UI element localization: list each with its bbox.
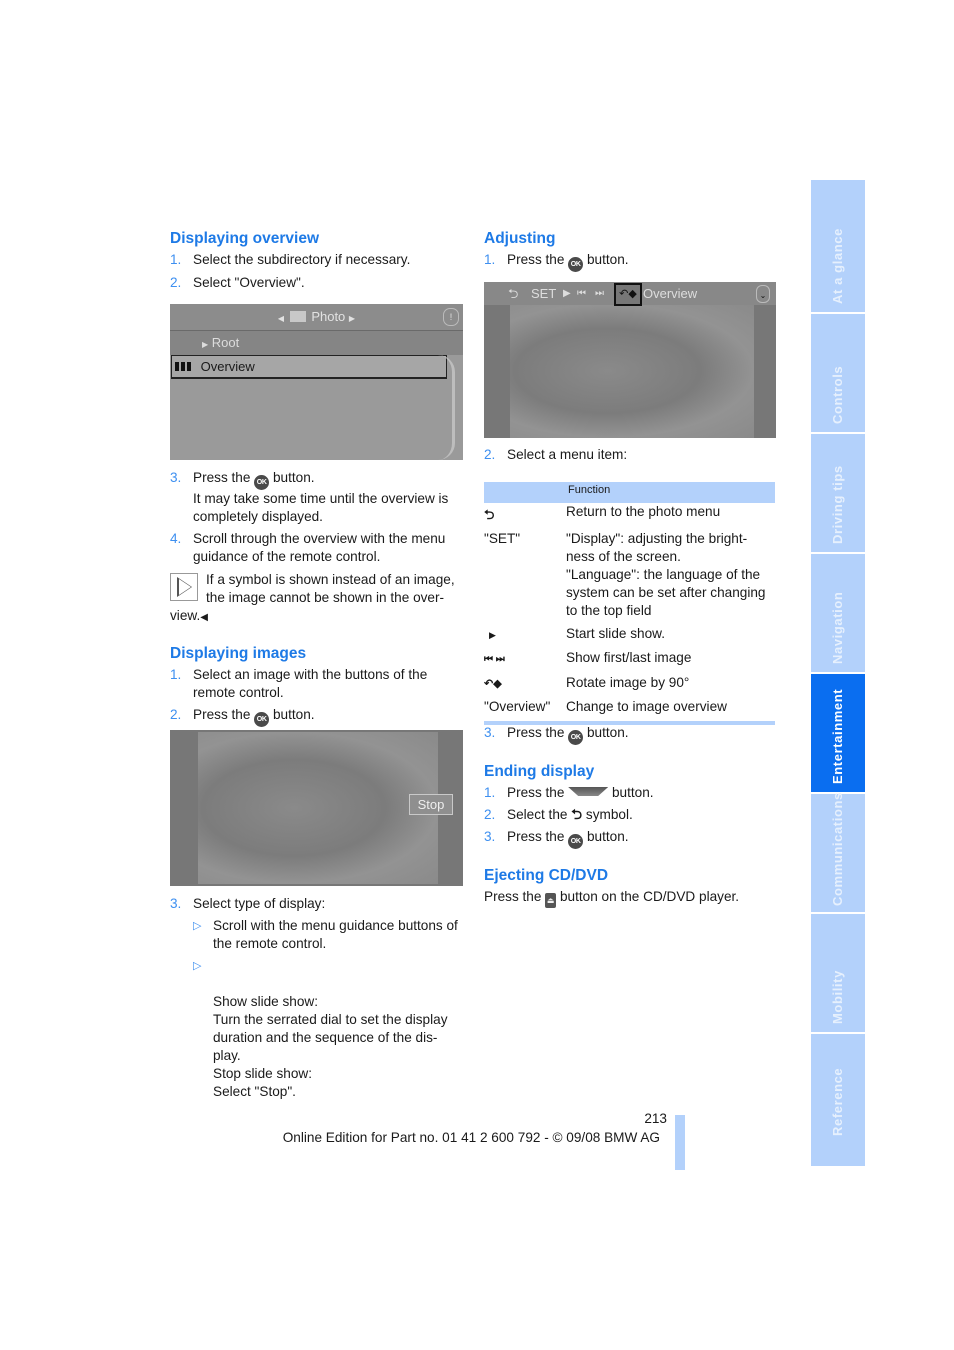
last-image-icon: ⏭ <box>595 288 604 299</box>
step-item: 1. Select the subdirectory if necessary. <box>170 252 411 267</box>
note: If a symbol is shown instead of an image… <box>170 572 455 623</box>
table-row: ⏮ ⏭ Show first/last image <box>484 650 692 665</box>
menu-item-overview: Overview <box>171 355 447 379</box>
arrow-left-icon: ◀ <box>277 314 285 323</box>
table-header: Function <box>484 482 775 503</box>
step-item: 3. Select type of display: <box>170 896 326 911</box>
screen-toolbar: ⮌ SET ▶ ⏮ ⏭ ↶◆ Overview ⌄ <box>484 282 776 306</box>
tab-driving-tips[interactable]: Driving tips <box>811 434 865 552</box>
tab-reference[interactable]: Reference <box>811 1034 865 1166</box>
heading-displaying-images: Displaying images <box>170 645 307 662</box>
slideshow-screenshot: Stop <box>170 730 463 886</box>
bullet-triangle-icon: ▷ <box>193 920 202 932</box>
step-item: 2. Select "Overview". <box>170 275 305 290</box>
photo-folder-icon <box>289 311 306 322</box>
step-item: 4. Scroll through the overview with the … <box>170 531 446 564</box>
ok-button-icon: OK <box>568 730 584 745</box>
arrow-right-icon: ▶ <box>348 314 356 323</box>
grid-icon <box>175 362 191 371</box>
step-item: 2. Select a menu item: <box>484 447 628 462</box>
heading-adjusting: Adjusting <box>484 230 556 247</box>
screen-header: ◀ Photo ▶ ! <box>170 304 463 331</box>
menu-item-root: ▶ Root <box>170 331 463 355</box>
left-column-bottom: 3. Select type of display: ▷ Scroll with… <box>170 895 465 1101</box>
step-item: 3. Press the OK button. <box>484 828 779 849</box>
step-item: 1. Press the OK button. <box>484 251 779 272</box>
eject-paragraph: Press the ⏏ button on the CD/DVD player. <box>484 888 779 908</box>
controller-icon: ! <box>443 308 459 326</box>
end-mark-icon: ◀ <box>200 612 208 623</box>
tab-controls[interactable]: Controls <box>811 314 865 432</box>
step-item: 1. Select an image with the buttons of t… <box>170 667 428 700</box>
table-row: "Overview" Change to image overview <box>484 699 727 714</box>
step-item: 3. Press the OK button. <box>484 724 779 745</box>
step-item: 1. Press the button. <box>484 785 654 800</box>
ok-button-icon: OK <box>568 834 584 849</box>
heading-ejecting-cd-dvd: Ejecting CD/DVD <box>484 867 609 884</box>
note-play-icon <box>170 573 198 601</box>
right-column: Adjusting 1. Press the OK button. <box>484 229 779 272</box>
eject-icon: ⏏ <box>545 893 557 908</box>
footer-edition: Online Edition for Part no. 01 41 2 600 … <box>282 1130 660 1145</box>
photo-image <box>198 732 438 884</box>
tab-entertainment[interactable]: Entertainment <box>811 674 865 792</box>
bullet-item: ▷ Scroll with the menu guidance buttons … <box>193 918 458 951</box>
bullet-triangle-icon: ▷ <box>193 960 202 972</box>
step-item: 3. Press the OK button. It may take some… <box>170 470 449 524</box>
play-icon: ▶ <box>489 630 496 640</box>
bullet-item: ▷ Show slide show: Turn the serrated dia… <box>193 957 465 1101</box>
return-icon: ⮌ <box>508 286 519 301</box>
table-row: ▶ Start slide show. <box>489 626 665 641</box>
right-column-mid: 2. Select a menu item: <box>484 446 779 464</box>
return-icon: ⮌ <box>484 507 495 522</box>
page-number: 213 <box>644 1111 667 1126</box>
tab-navigation[interactable]: Navigation <box>811 554 865 672</box>
heading-displaying-overview: Displaying overview <box>170 230 320 247</box>
table-row: ⮌ Return to the photo menu <box>484 504 721 522</box>
rotate-icon: ↶◆ <box>614 283 642 306</box>
step-item: 2. Select the ⮌ symbol. <box>484 807 633 822</box>
ok-button-icon: OK <box>254 475 270 490</box>
photo-menu-screenshot: ◀ Photo ▶ ! ▶ Root Overview <box>170 304 463 460</box>
function-table: Function ⮌ Return to the photo menu "SET… <box>484 482 775 725</box>
footer-bar <box>675 1115 685 1170</box>
adjust-screenshot: ⮌ SET ▶ ⏮ ⏭ ↶◆ Overview ⌄ <box>484 282 776 438</box>
tab-mobility[interactable]: Mobility <box>811 914 865 1032</box>
ok-button-icon: OK <box>568 257 584 272</box>
photo-image <box>510 304 754 438</box>
menu-button-icon <box>568 787 609 796</box>
arrow-right-icon: ▶ <box>202 340 209 349</box>
table-row: ↶◆ Rotate image by 90° <box>484 675 690 690</box>
rotate-icon: ↶◆ <box>484 678 502 690</box>
heading-ending-display: Ending display <box>484 763 595 780</box>
first-image-icon: ⏮ <box>577 288 586 299</box>
controller-icon: ⌄ <box>756 285 770 303</box>
first-last-icon: ⏮ ⏭ <box>484 654 505 665</box>
tab-at-a-glance[interactable]: At a glance <box>811 180 865 312</box>
ok-button-icon: OK <box>254 712 270 727</box>
table-row: "SET" "Display": adjusting the bright-ne… <box>484 531 766 618</box>
right-column-bottom: 3. Press the OK button. Ending display 1… <box>484 724 779 908</box>
step-item: 2. Press the OK button. <box>170 706 465 727</box>
left-column-mid: 3. Press the OK button. It may take some… <box>170 469 465 727</box>
left-column: Displaying overview 1. Select the subdir… <box>170 229 465 292</box>
scroll-arc <box>438 355 455 460</box>
tab-communications[interactable]: Communications <box>811 792 865 912</box>
return-icon: ⮌ <box>571 807 583 822</box>
stop-button: Stop <box>409 794 453 815</box>
play-icon: ▶ <box>563 288 571 299</box>
